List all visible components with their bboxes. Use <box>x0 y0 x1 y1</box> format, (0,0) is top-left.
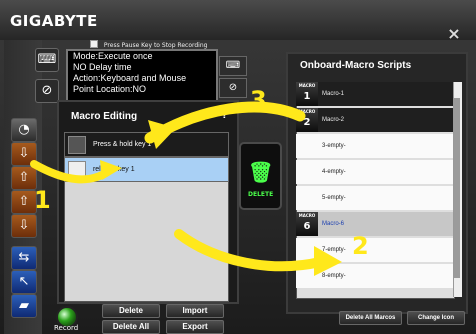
annotation-number-2: 2 <box>352 232 369 260</box>
annotation-arrow-1-head <box>100 160 122 180</box>
annotation-arrow-1 <box>30 160 113 184</box>
annotation-arrow-2-head <box>314 246 342 276</box>
annotation-arrow-3 <box>144 101 306 144</box>
annotation-number-3: 3 <box>250 86 267 114</box>
annotation-arrow-2 <box>174 229 325 272</box>
annotation-overlay <box>30 101 342 276</box>
annotation-number-1: 1 <box>34 186 51 214</box>
